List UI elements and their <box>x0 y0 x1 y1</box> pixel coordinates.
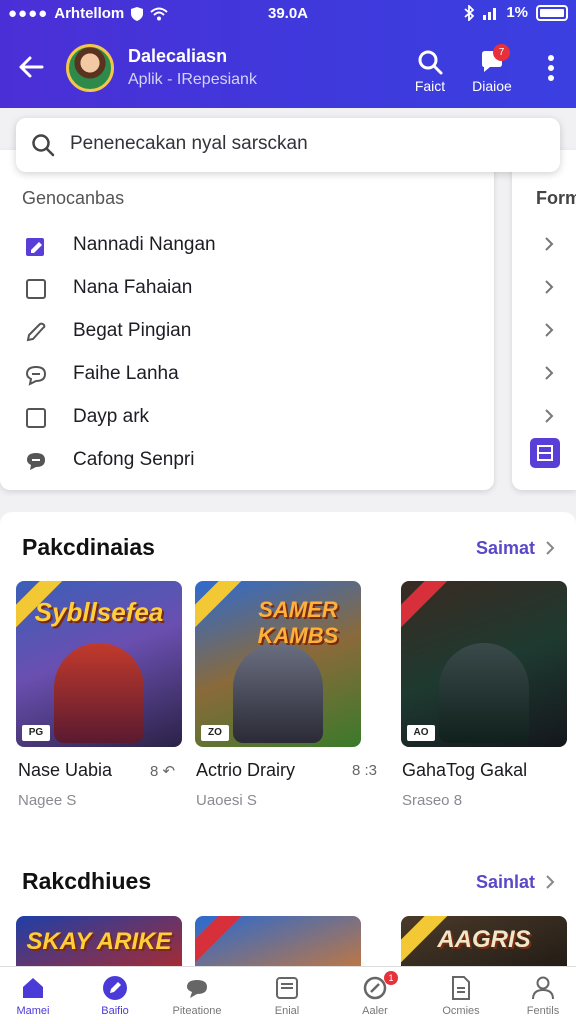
square-icon <box>26 408 46 428</box>
chevron-right-icon[interactable] <box>542 320 556 340</box>
chevron-right-icon <box>546 875 555 889</box>
page-subtitle: Aplik - IRepesiank <box>128 71 257 88</box>
nav-item-home[interactable]: Mamei <box>0 975 74 1017</box>
game-thumbnail[interactable]: SAMER KAMBS ZO <box>195 581 361 747</box>
app-header: ●●●● Arhtellom 39.0A 1% Dalecaliasn Apli… <box>0 0 576 108</box>
chat-icon <box>27 453 45 470</box>
game-logo: SAMER KAMBS <box>257 597 339 648</box>
nav-label: Piteatione <box>172 1005 222 1017</box>
nav-label: Enial <box>274 1005 300 1017</box>
menu-item-label: Cafong Senpri <box>73 449 195 470</box>
game-title[interactable]: Actrio Drairy <box>196 760 295 781</box>
shelf-title: Rakcdhiues <box>22 868 152 894</box>
search-field[interactable]: Penenecakan nyal sarsckan <box>16 118 560 172</box>
inbox-icon <box>276 977 298 999</box>
chat-button[interactable]: 7 Diaioe <box>464 44 520 94</box>
nav-label: Baifio <box>101 1005 129 1017</box>
search-icon <box>32 134 55 157</box>
edit-doc-icon <box>26 238 44 256</box>
more-vert-icon[interactable] <box>540 54 562 82</box>
battery-percent: 1% <box>506 4 528 21</box>
search-button-label: Faict <box>414 78 446 94</box>
game-logo: SKAY ARIKE <box>26 928 172 955</box>
chevron-right-icon[interactable] <box>542 406 556 426</box>
shelf-title: Pakcdinaias <box>22 534 155 560</box>
nav-label: Ocmies <box>442 1005 480 1017</box>
bottom-nav: Mamei Baifio Piteatione Enial 1 Aaler Oc… <box>0 966 576 1024</box>
game-logo: Sybllsefea <box>34 597 164 627</box>
menu-item-label: Dayp ark <box>73 406 150 427</box>
game-thumbnail[interactable]: Sybllsefea PG <box>16 581 182 747</box>
menu-item[interactable]: Nana Fahaian <box>0 267 494 309</box>
game-rating: 8 :3 <box>352 762 378 779</box>
nav-label: Aaler <box>362 1005 388 1017</box>
nav-label: Mamei <box>16 1005 50 1017</box>
menu-section-label: Genocanbas <box>22 188 125 208</box>
chevron-right-icon <box>546 541 555 555</box>
side-section-label: Formi <box>536 188 576 208</box>
nav-label: Fentils <box>526 1005 560 1017</box>
game-meta: Nagee S <box>18 792 77 809</box>
page-title: Dalecaliasn <box>128 46 228 66</box>
rating-badge: PG <box>22 725 50 741</box>
cell-signal-icon <box>483 7 497 20</box>
square-icon <box>26 279 46 299</box>
content-section: Pakcdinaias Saimat Sybllsefea PG Nase Ua… <box>0 512 576 1024</box>
nav-item-alerts[interactable]: 1 Aaler <box>334 971 416 1017</box>
nav-item-mail[interactable]: Enial <box>246 975 328 1017</box>
save-icon[interactable] <box>530 438 560 468</box>
menu-item-label: Nannadi Nangan <box>73 234 216 255</box>
chat-bubble-icon <box>187 980 207 998</box>
menu-item[interactable]: Begat Pingian <box>0 310 494 352</box>
search-button[interactable]: Faict <box>402 48 458 94</box>
chat-icon <box>25 365 47 386</box>
rating-badge: AO <box>407 725 435 741</box>
game-thumbnail[interactable]: AO <box>401 581 567 747</box>
menu-item-label: Begat Pingian <box>73 320 192 341</box>
see-all-link[interactable]: Sainlat <box>476 872 535 893</box>
menu-item-label: Faihe Lanha <box>73 363 179 384</box>
status-bar: ●●●● Arhtellom 39.0A 1% <box>0 0 576 28</box>
menu-item[interactable]: Faihe Lanha <box>0 353 494 395</box>
game-title[interactable]: GahaTog Gakal <box>402 760 527 781</box>
search-placeholder: Penenecakan nyal sarsckan <box>70 133 308 154</box>
bluetooth-icon <box>464 4 475 21</box>
chevron-right-icon[interactable] <box>542 234 556 254</box>
menu-item[interactable]: Cafong Senpri <box>0 439 494 481</box>
search-icon <box>418 50 443 75</box>
pencil-icon <box>26 322 46 342</box>
chat-button-label: Diaioe <box>472 78 512 94</box>
battery-icon <box>536 4 568 21</box>
avatar[interactable] <box>66 44 114 92</box>
game-logo: AAGRIS <box>437 926 531 953</box>
chevron-right-icon[interactable] <box>542 277 556 297</box>
chat-badge: 7 <box>493 44 510 61</box>
game-meta: Uaoesi S <box>196 792 257 809</box>
chevron-right-icon[interactable] <box>542 363 556 383</box>
back-arrow-icon[interactable] <box>14 50 48 84</box>
nav-item-documents[interactable]: Ocmies <box>420 975 502 1017</box>
edit-circle-icon <box>103 976 127 1000</box>
nav-item-profile[interactable]: Fentils <box>502 975 576 1017</box>
home-icon <box>23 978 43 998</box>
game-meta: Sraseo 8 <box>402 792 463 809</box>
menu-item-label: Nana Fahaian <box>73 277 193 298</box>
menu-item[interactable]: Nannadi Nangan <box>0 224 494 266</box>
document-icon <box>452 976 470 1000</box>
menu-card: Genocanbas Nannadi Nangan Nana Fahaian B… <box>0 150 494 490</box>
menu-item[interactable]: Dayp ark <box>0 396 494 438</box>
side-card: Formi <box>512 150 576 490</box>
nav-item-create[interactable]: Baifio <box>74 975 156 1017</box>
see-all-link[interactable]: Saimat <box>476 538 535 559</box>
game-title[interactable]: Nase Uabia <box>18 760 112 781</box>
nav-item-messages[interactable]: Piteatione <box>156 975 238 1017</box>
game-rating: 8 ↶ <box>150 763 176 780</box>
person-icon <box>532 976 554 1000</box>
rating-badge: ZO <box>201 725 229 741</box>
nav-badge: 1 <box>384 971 398 985</box>
